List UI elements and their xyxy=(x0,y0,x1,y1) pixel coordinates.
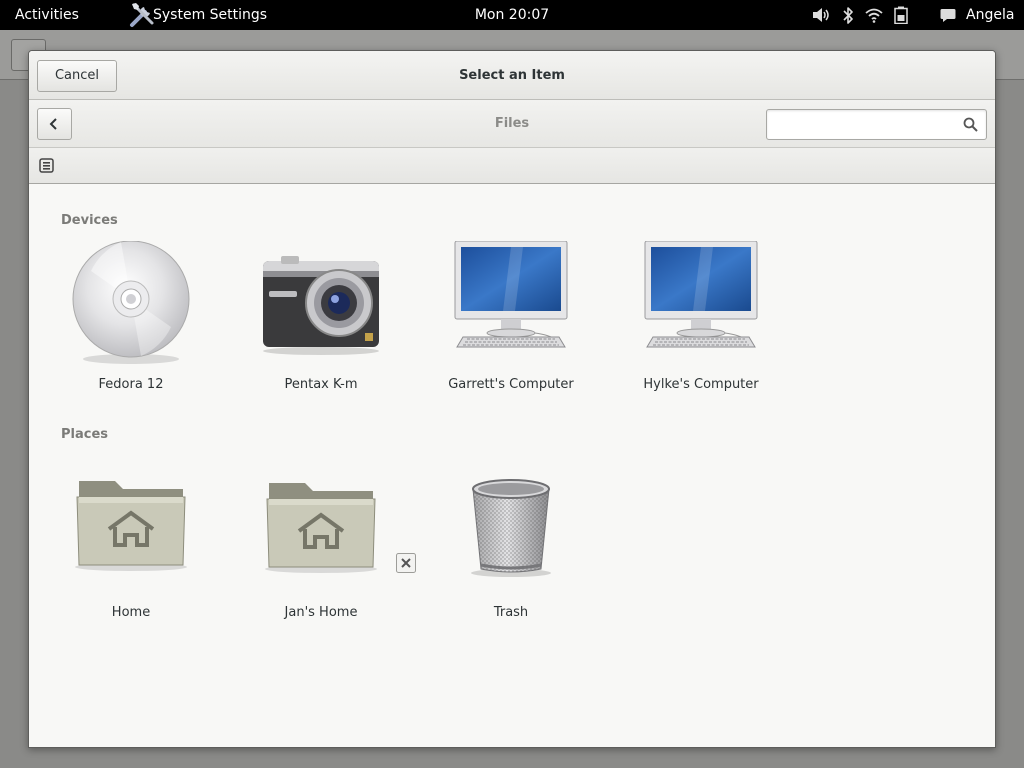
dialog-header: Select an Item Cancel xyxy=(29,51,995,100)
chat-icon[interactable] xyxy=(940,8,956,23)
place-label: Trash xyxy=(493,605,529,620)
device-label: Hylke's Computer xyxy=(643,377,759,392)
dialog-title: Select an Item xyxy=(459,68,565,83)
home-folder-icon xyxy=(261,469,381,597)
device-item[interactable]: Pentax K-m xyxy=(251,241,391,411)
device-item[interactable]: Hylke's Computer xyxy=(631,240,771,411)
places-view: Devices Fedora 12 Pentax K-m Garrett's C… xyxy=(29,185,995,747)
computer-icon xyxy=(451,240,571,369)
user-menu[interactable]: Angela xyxy=(966,0,1014,30)
device-item[interactable]: Garrett's Computer xyxy=(441,240,581,411)
wifi-icon[interactable] xyxy=(865,7,883,23)
list-view-icon[interactable] xyxy=(39,158,54,173)
activities-button[interactable]: Activities xyxy=(15,0,79,30)
section-label-places: Places xyxy=(61,427,109,442)
cancel-button[interactable]: Cancel xyxy=(37,60,117,92)
place-item[interactable]: Trash xyxy=(441,469,581,639)
top-bar: Activities System Settings Mon 20:07 Ang… xyxy=(0,0,1024,30)
device-label: Pentax K-m xyxy=(284,377,358,392)
section-label-devices: Devices xyxy=(61,213,118,228)
place-item[interactable]: Home xyxy=(61,469,201,639)
dialog-toolbar: Files xyxy=(29,100,995,148)
app-menu-label: System Settings xyxy=(153,7,268,23)
back-button[interactable] xyxy=(37,108,72,140)
disc-icon xyxy=(71,240,191,369)
tools-icon xyxy=(130,3,154,27)
search-input[interactable] xyxy=(773,114,953,136)
home-folder-icon xyxy=(71,469,191,597)
device-label: Garrett's Computer xyxy=(448,377,574,392)
search-icon[interactable] xyxy=(963,117,978,132)
chevron-left-icon xyxy=(49,118,57,130)
camera-icon xyxy=(261,241,381,369)
place-item[interactable]: Jan's Home xyxy=(251,469,416,639)
bluetooth-icon[interactable] xyxy=(842,7,854,24)
trash-icon xyxy=(451,469,571,597)
device-item[interactable]: Fedora 12 xyxy=(61,240,201,411)
computer-icon xyxy=(641,240,761,369)
place-label: Home xyxy=(111,605,151,620)
search-box[interactable] xyxy=(766,109,987,140)
device-label: Fedora 12 xyxy=(98,377,164,392)
view-bar xyxy=(29,148,995,184)
file-chooser-dialog: Select an Item Cancel Files Devices Fedo… xyxy=(28,50,996,748)
clock[interactable]: Mon 20:07 xyxy=(475,7,549,23)
volume-icon[interactable] xyxy=(812,7,830,23)
battery-icon[interactable] xyxy=(893,6,909,24)
remove-bookmark-icon[interactable] xyxy=(396,553,416,573)
place-label: Jan's Home xyxy=(284,605,358,620)
